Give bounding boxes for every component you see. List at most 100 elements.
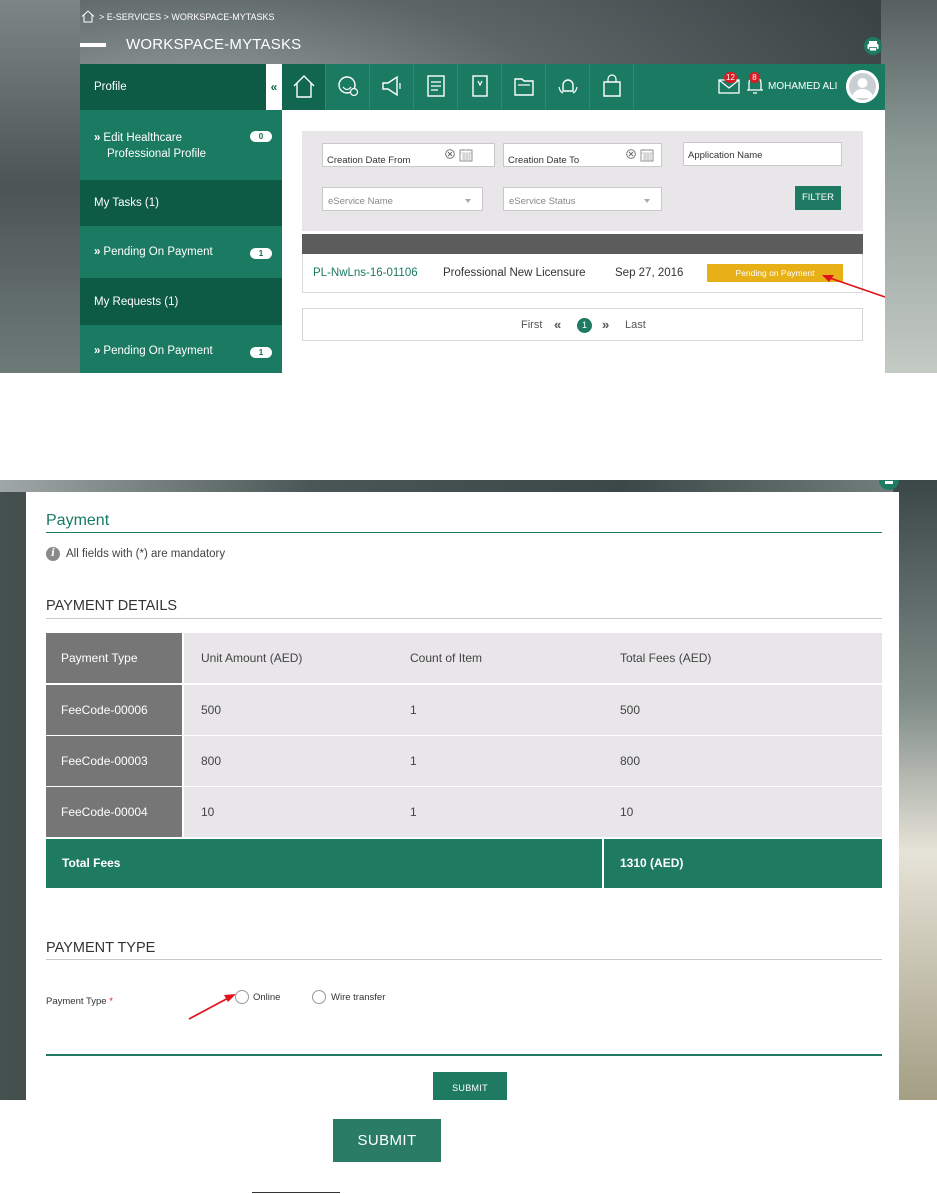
chevron-right-icon: » xyxy=(94,345,101,357)
edit-profile-line1: Edit Healthcare xyxy=(103,132,183,144)
calendar-icon[interactable] xyxy=(459,148,473,162)
mandatory-note: i All fields with (*) are mandatory xyxy=(46,547,225,561)
breadcrumb-text[interactable]: > E-SERVICES > WORKSPACE-MYTASKS xyxy=(99,12,275,22)
results-header xyxy=(302,234,863,254)
page-title-text: WORKSPACE-MYTASKS xyxy=(126,36,302,53)
bell-hands-icon[interactable] xyxy=(546,64,590,110)
sidebar-item-edit-profile[interactable]: » Edit Healthcare Professional Profile 0 xyxy=(80,110,282,180)
column-header: Total Fees (AED) xyxy=(602,633,882,683)
eservice-status-select[interactable]: eService Status xyxy=(503,187,662,211)
megaphone-icon[interactable] xyxy=(370,64,414,110)
submit-button-large[interactable]: SUBMIT xyxy=(333,1119,441,1162)
creation-date-from-field[interactable]: Creation Date From xyxy=(322,143,495,167)
submit-button[interactable]: SUBMIT xyxy=(433,1072,507,1100)
item-count: 1 xyxy=(392,685,602,735)
mandatory-note-text: All fields with (*) are mandatory xyxy=(66,548,226,560)
sidebar-item-label: My Tasks (1) xyxy=(94,197,159,209)
sidebar-item-label: » Pending On Payment xyxy=(94,345,213,357)
avatar[interactable] xyxy=(846,70,879,103)
chevron-double-right-icon[interactable]: » xyxy=(602,317,609,332)
item-count: 1 xyxy=(392,787,602,837)
item-count: 1 xyxy=(392,736,602,786)
payment-online-label[interactable]: Online xyxy=(253,992,280,1003)
pager-current-page[interactable]: 1 xyxy=(577,318,592,333)
chevron-right-icon: » xyxy=(94,246,101,258)
application-name-field[interactable]: Application Name xyxy=(683,142,842,166)
support-settings-icon[interactable] xyxy=(326,64,370,110)
eservice-status-placeholder: eService Status xyxy=(509,196,576,207)
folders-icon[interactable] xyxy=(502,64,546,110)
user-name[interactable]: MOHAMED ALI xyxy=(768,81,837,92)
sidebar-item-my-tasks[interactable]: My Tasks (1) xyxy=(80,180,282,226)
payment-type-label-text: Payment Type xyxy=(46,996,107,1007)
background-blur-right xyxy=(893,480,937,1100)
total-fees-row: Total Fees 1310 (AED) xyxy=(46,839,882,888)
count-badge: 1 xyxy=(250,248,272,259)
home-icon[interactable] xyxy=(282,64,326,110)
calendar-icon[interactable] xyxy=(640,148,654,162)
table-row: FeeCode-00003 800 1 800 xyxy=(46,736,882,786)
sidebar-item-tasks-pending[interactable]: » Pending On Payment 1 xyxy=(80,226,282,278)
table-row[interactable]: PL-NwLns-16-01106 Professional New Licen… xyxy=(302,254,863,293)
annotation-arrow-icon xyxy=(822,275,886,298)
home-icon[interactable] xyxy=(81,10,95,23)
mail-count-badge: 12 xyxy=(724,72,737,83)
form-divider xyxy=(46,1054,882,1056)
requests-pending-text: Pending On Payment xyxy=(103,345,213,357)
count-badge: 1 xyxy=(250,347,272,358)
chevron-double-left-icon[interactable]: « xyxy=(554,317,561,332)
section-divider xyxy=(46,959,882,960)
title-bar-decoration xyxy=(80,42,106,47)
chevron-down-icon xyxy=(644,199,650,203)
chevron-down-icon xyxy=(465,199,471,203)
clear-icon[interactable] xyxy=(626,149,636,159)
sidebar: Profile » Edit Healthcare Professional Pr… xyxy=(80,64,282,373)
sidebar-item-profile[interactable]: Profile xyxy=(80,64,282,110)
print-icon[interactable] xyxy=(864,37,882,55)
pager-first[interactable]: First xyxy=(521,319,542,331)
pagination: First « 1 » Last xyxy=(302,308,863,341)
sidebar-item-my-requests[interactable]: My Requests (1) xyxy=(80,278,282,325)
sidebar-item-label: My Requests (1) xyxy=(94,296,179,308)
required-mark: * xyxy=(109,996,113,1007)
filter-panel: Creation Date From Creation Date To Appl… xyxy=(302,131,863,231)
shopping-bag-icon[interactable] xyxy=(590,64,634,110)
print-icon[interactable] xyxy=(878,480,900,490)
sidebar-item-label: » Edit Healthcare Professional Profile xyxy=(94,130,206,162)
breadcrumb: > E-SERVICES > WORKSPACE-MYTASKS xyxy=(81,10,275,23)
sidebar-collapse-button[interactable]: « xyxy=(266,64,282,110)
payment-title: Payment xyxy=(46,512,110,529)
application-name-label: Application Name xyxy=(688,150,763,161)
payment-type-title: PAYMENT TYPE xyxy=(46,940,156,956)
background-blur-left xyxy=(0,0,80,373)
unit-amount: 800 xyxy=(184,736,392,786)
total-fees-label: Total Fees xyxy=(62,856,121,870)
fee-code: FeeCode-00004 xyxy=(46,787,182,837)
column-header: Unit Amount (AED) xyxy=(184,633,392,683)
creation-date-from-label: Creation Date From xyxy=(327,155,411,166)
table-row: FeeCode-00004 10 1 10 xyxy=(46,787,882,837)
section-divider xyxy=(46,618,882,619)
total-fees-value: 1310 (AED) xyxy=(620,856,684,870)
sidebar-item-label: » Pending On Payment xyxy=(94,246,213,258)
clear-icon[interactable] xyxy=(445,149,455,159)
creation-date-to-field[interactable]: Creation Date To xyxy=(503,143,662,167)
filter-button[interactable]: FILTER xyxy=(795,186,841,210)
payment-wire-radio[interactable] xyxy=(312,990,326,1004)
book-icon[interactable] xyxy=(458,64,502,110)
checklist-icon[interactable] xyxy=(414,64,458,110)
sidebar-item-requests-pending[interactable]: » Pending On Payment 1 xyxy=(80,325,282,373)
title-divider xyxy=(46,532,882,533)
column-header: Count of Item xyxy=(392,633,602,683)
payment-wire-label[interactable]: Wire transfer xyxy=(331,992,385,1003)
info-icon: i xyxy=(46,547,60,561)
edit-profile-line2: Professional Profile xyxy=(107,148,207,160)
eservice-name-select[interactable]: eService Name xyxy=(322,187,483,211)
table-header-row: Payment Type Unit Amount (AED) Count of … xyxy=(46,633,882,683)
workspace-screenshot: > E-SERVICES > WORKSPACE-MYTASKS WORKSPA… xyxy=(0,0,937,373)
application-id-link[interactable]: PL-NwLns-16-01106 xyxy=(313,267,418,279)
column-header: Payment Type xyxy=(46,633,182,683)
creation-date-to-label: Creation Date To xyxy=(508,155,580,166)
sidebar-item-label: Profile xyxy=(94,81,127,93)
pager-last[interactable]: Last xyxy=(625,319,646,331)
